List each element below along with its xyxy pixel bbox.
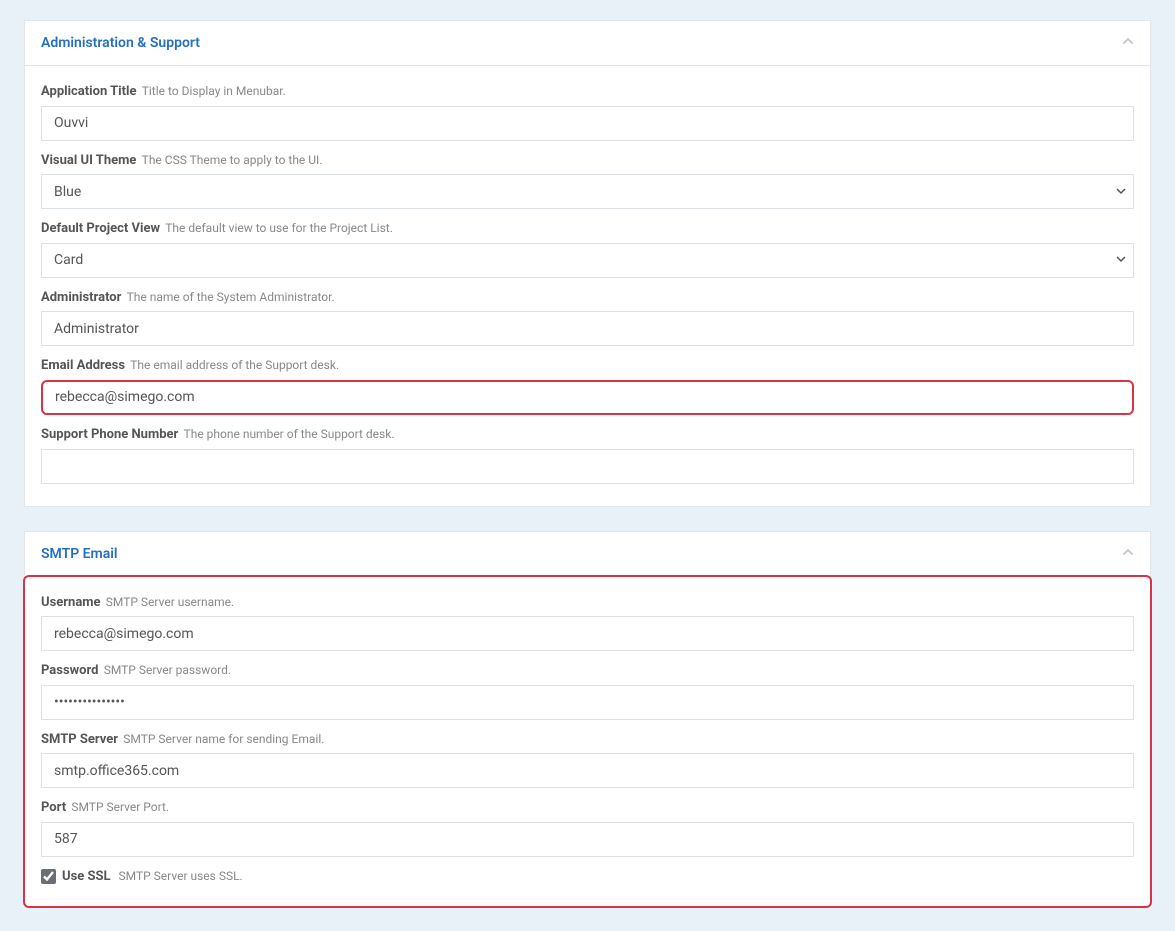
application-title-input[interactable] [41, 106, 1134, 141]
administrator-desc: The name of the System Administrator. [127, 290, 335, 304]
email-address-label: Email Address [41, 358, 125, 373]
smtp-ssl-checkbox[interactable] [41, 869, 56, 884]
email-address-group: Email Address The email address of the S… [41, 358, 1134, 415]
visual-theme-select[interactable]: Blue [41, 174, 1134, 209]
smtp-server-label: SMTP Server [41, 732, 118, 747]
support-phone-desc: The phone number of the Support desk. [184, 427, 395, 441]
smtp-port-input[interactable] [41, 822, 1134, 857]
smtp-port-desc: SMTP Server Port. [71, 800, 169, 814]
admin-panel-title: Administration & Support [41, 35, 200, 51]
smtp-panel-title: SMTP Email [41, 546, 118, 562]
administrator-group: Administrator The name of the System Adm… [41, 290, 1134, 347]
support-phone-label: Support Phone Number [41, 427, 178, 442]
smtp-username-input[interactable] [41, 616, 1134, 651]
smtp-password-desc: SMTP Server password. [104, 663, 231, 677]
default-project-view-select[interactable]: Card [41, 243, 1134, 278]
visual-theme-group: Visual UI Theme The CSS Theme to apply t… [41, 153, 1134, 210]
default-project-view-desc: The default view to use for the Project … [165, 221, 393, 235]
smtp-username-label: Username [41, 595, 101, 610]
chevron-up-icon [1122, 35, 1134, 51]
application-title-label: Application Title [41, 84, 136, 99]
support-phone-input[interactable] [41, 449, 1134, 484]
chevron-up-icon [1122, 546, 1134, 562]
default-project-view-label: Default Project View [41, 221, 160, 236]
smtp-highlight-region: Username SMTP Server username. Password … [23, 575, 1152, 908]
admin-panel-header[interactable]: Administration & Support [25, 21, 1150, 66]
smtp-port-group: Port SMTP Server Port. [41, 800, 1134, 857]
smtp-ssl-desc: SMTP Server uses SSL. [119, 869, 243, 883]
email-address-desc: The email address of the Support desk. [130, 358, 339, 372]
smtp-port-label: Port [41, 800, 66, 815]
visual-theme-label: Visual UI Theme [41, 153, 136, 168]
smtp-username-group: Username SMTP Server username. [41, 595, 1134, 652]
administrator-label: Administrator [41, 290, 121, 305]
application-title-desc: Title to Display in Menubar. [142, 84, 286, 98]
smtp-password-label: Password [41, 663, 98, 678]
smtp-ssl-label: Use SSL [62, 869, 111, 884]
admin-support-panel: Administration & Support Application Tit… [24, 20, 1151, 507]
smtp-server-desc: SMTP Server name for sending Email. [123, 732, 324, 746]
support-phone-group: Support Phone Number The phone number of… [41, 427, 1134, 484]
smtp-password-group: Password SMTP Server password. [41, 663, 1134, 720]
smtp-password-input[interactable] [41, 685, 1134, 720]
email-address-input[interactable] [41, 380, 1134, 415]
smtp-server-group: SMTP Server SMTP Server name for sending… [41, 732, 1134, 789]
application-title-group: Application Title Title to Display in Me… [41, 84, 1134, 141]
smtp-username-desc: SMTP Server username. [106, 595, 234, 609]
default-project-view-group: Default Project View The default view to… [41, 221, 1134, 278]
smtp-email-panel: SMTP Email Username SMTP Server username… [24, 531, 1151, 907]
administrator-input[interactable] [41, 311, 1134, 346]
visual-theme-desc: The CSS Theme to apply to the UI. [142, 153, 323, 167]
smtp-ssl-group: Use SSL SMTP Server uses SSL. [41, 869, 1134, 884]
smtp-panel-header[interactable]: SMTP Email [25, 532, 1150, 577]
smtp-server-input[interactable] [41, 753, 1134, 788]
